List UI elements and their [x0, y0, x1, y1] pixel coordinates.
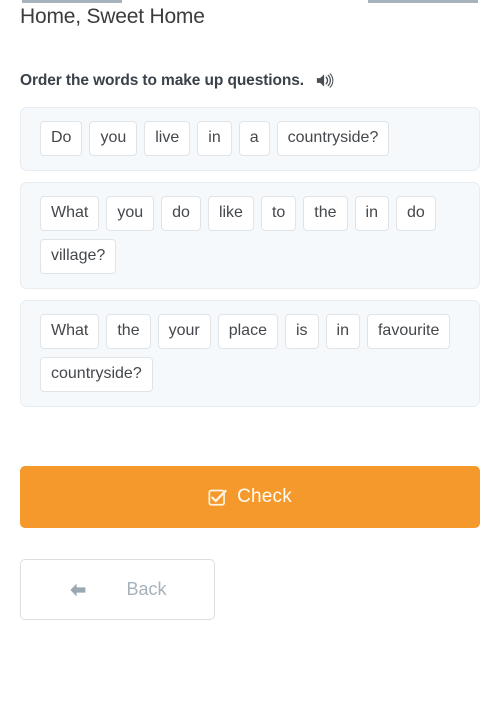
word-block-question-3: What the your place is in favourite coun…	[20, 300, 480, 407]
word-chip[interactable]: What	[40, 314, 100, 349]
word-chip[interactable]: you	[106, 196, 155, 231]
action-buttons: Check Back	[20, 466, 480, 620]
word-chip[interactable]: the	[106, 314, 151, 349]
word-chip[interactable]: village?	[40, 239, 117, 274]
arrow-left-icon	[68, 581, 88, 599]
word-chip[interactable]: in	[197, 121, 232, 156]
word-chip[interactable]: Do	[40, 121, 83, 156]
word-chip[interactable]: do	[396, 196, 436, 231]
question-blocks: Do you live in a countryside? What you d…	[20, 107, 480, 407]
word-block-question-1: Do you live in a countryside?	[20, 107, 480, 171]
instruction-row: Order the words to make up questions.	[20, 71, 480, 90]
back-button[interactable]: Back	[20, 559, 215, 620]
check-button-label: Check	[237, 486, 292, 507]
word-chip[interactable]: place	[217, 314, 278, 349]
word-chip[interactable]: like	[207, 196, 254, 231]
word-chip[interactable]: in	[354, 196, 389, 231]
speaker-icon[interactable]	[315, 71, 334, 90]
page-title: Home, Sweet Home	[20, 5, 205, 28]
checked-box-icon	[208, 488, 227, 507]
word-chip[interactable]: to	[260, 196, 297, 231]
word-chip[interactable]: is	[284, 314, 319, 349]
word-chip[interactable]: a	[238, 121, 270, 156]
word-chip[interactable]: the	[303, 196, 348, 231]
word-chip[interactable]: countryside?	[40, 357, 153, 392]
word-chip[interactable]: your	[157, 314, 211, 349]
word-chip[interactable]: do	[161, 196, 201, 231]
page-content: Home, Sweet Home Order the words to make…	[0, 0, 500, 620]
word-chip[interactable]: favourite	[366, 314, 451, 349]
word-block-question-2: What you do like to the in do village?	[20, 182, 480, 289]
check-button[interactable]: Check	[20, 466, 480, 528]
word-chip[interactable]: countryside?	[276, 121, 390, 156]
instruction-text: Order the words to make up questions.	[20, 71, 304, 89]
word-chip[interactable]: in	[325, 314, 360, 349]
word-chip[interactable]: What	[40, 196, 100, 231]
word-chip[interactable]: live	[144, 121, 191, 156]
word-chip[interactable]: you	[89, 121, 138, 156]
back-button-label: Back	[126, 579, 167, 599]
